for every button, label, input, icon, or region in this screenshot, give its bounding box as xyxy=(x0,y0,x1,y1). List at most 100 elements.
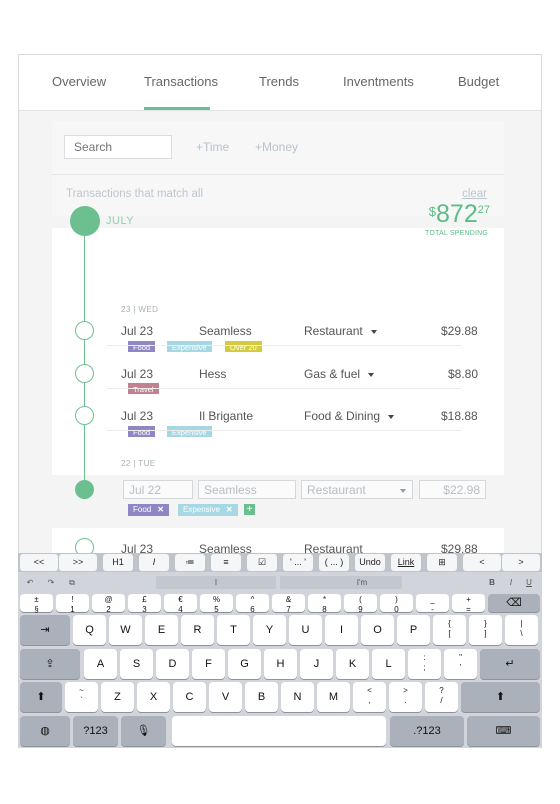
date-field[interactable]: Jul 22 xyxy=(123,480,193,499)
close-icon[interactable]: ✕ xyxy=(157,505,164,514)
letter-key-e[interactable]: E xyxy=(145,615,178,645)
jump-back-button[interactable]: << xyxy=(20,554,58,571)
transaction-merchant[interactable]: Hess xyxy=(199,367,226,381)
letter-key-s[interactable]: S xyxy=(120,649,153,679)
close-icon[interactable]: ✕ xyxy=(226,505,233,514)
globe-icon[interactable]: ◍ xyxy=(20,716,70,746)
letter-key-y[interactable]: Y xyxy=(253,615,286,645)
numbered-list-icon[interactable]: ≡ xyxy=(211,554,241,571)
keyboard-dismiss-icon[interactable]: ⌨ xyxy=(467,716,540,746)
undo-icon[interactable]: ↶ xyxy=(24,576,36,589)
number-key[interactable]: % 5 xyxy=(200,594,233,614)
category-select[interactable]: Restaurant xyxy=(304,324,377,338)
add-tag-button[interactable]: + xyxy=(244,504,255,515)
number-key[interactable]: ± § xyxy=(20,594,53,614)
letter-key-z[interactable]: Z xyxy=(101,682,134,712)
clear-filters-link[interactable]: clear xyxy=(462,188,487,200)
letter-key-m[interactable]: M xyxy=(317,682,350,712)
suggestion-3[interactable]: I'm xyxy=(322,576,402,589)
underline-button[interactable]: U xyxy=(523,576,535,589)
letter-key-h[interactable]: H xyxy=(264,649,297,679)
chevron-right-icon[interactable]: > xyxy=(502,554,540,571)
undo-button[interactable]: Undo xyxy=(355,554,385,571)
category-field[interactable]: Restaurant xyxy=(301,480,413,499)
transaction-merchant[interactable]: Il Brigante xyxy=(199,409,253,423)
shift-icon[interactable]: ⬆ xyxy=(20,682,62,712)
search-input[interactable] xyxy=(64,135,172,159)
letter-key-c[interactable]: C xyxy=(173,682,206,712)
tab-budget[interactable]: Budget xyxy=(458,74,499,89)
number-key[interactable]: * 8 xyxy=(308,594,341,614)
letter-key-v[interactable]: V xyxy=(209,682,242,712)
letter-key-k[interactable]: K xyxy=(336,649,369,679)
letter-key-j[interactable]: J xyxy=(300,649,333,679)
letter-key-d[interactable]: D xyxy=(156,649,189,679)
number-key[interactable]: £3 xyxy=(128,594,161,614)
number-key[interactable]: + = xyxy=(452,594,485,614)
letter-key-u[interactable]: U xyxy=(289,615,322,645)
jump-forward-button[interactable]: >> xyxy=(59,554,97,571)
letter-key-p[interactable]: P xyxy=(397,615,430,645)
tag-food[interactable]: Food xyxy=(128,426,156,437)
return-icon[interactable]: ↵ xyxy=(480,649,540,679)
table-icon[interactable]: ⊞ xyxy=(427,554,457,571)
tag-over-20[interactable]: Over 20 xyxy=(225,341,262,352)
letter-key-f[interactable]: F xyxy=(192,649,225,679)
letter-key-t[interactable]: T xyxy=(217,615,250,645)
shift-icon[interactable]: ⬆ xyxy=(461,682,540,712)
letter-key-n[interactable]: N xyxy=(281,682,314,712)
tag-expensive[interactable]: Expensive xyxy=(167,341,212,352)
redo-icon[interactable]: ↷ xyxy=(45,576,57,589)
quote-button[interactable]: ' ... ' xyxy=(283,554,313,571)
letter-key-i[interactable]: I xyxy=(325,615,358,645)
category-select[interactable]: Food & Dining xyxy=(304,409,395,423)
amount-field[interactable]: $22.98 xyxy=(419,480,486,499)
checkbox-icon[interactable]: ☑ xyxy=(247,554,277,571)
tag-expensive[interactable]: Expensive xyxy=(167,426,212,437)
tab-overview[interactable]: Overview xyxy=(52,74,106,89)
category-select[interactable]: Gas & fuel xyxy=(304,367,375,381)
tag-expensive-removable[interactable]: Expensive ✕ xyxy=(178,504,238,516)
symbol-key[interactable]: }] xyxy=(469,615,502,645)
microphone-icon[interactable]: 🎙 xyxy=(121,716,166,746)
letter-key-a[interactable]: A xyxy=(84,649,117,679)
chevron-left-icon[interactable]: < xyxy=(463,554,501,571)
symbol-key[interactable]: <, xyxy=(353,682,386,712)
tab-trends[interactable]: Trends xyxy=(259,74,299,89)
space-bar[interactable] xyxy=(172,716,386,746)
suggestion-1[interactable]: I xyxy=(156,576,276,589)
numbers-key[interactable]: ?123 xyxy=(73,716,118,746)
transaction-merchant[interactable]: Seamless xyxy=(199,324,252,338)
numbers-key[interactable]: .?123 xyxy=(390,716,464,746)
symbol-key[interactable]: {[ xyxy=(433,615,466,645)
add-money-filter[interactable]: +Money xyxy=(255,140,298,154)
number-key[interactable]: @2 xyxy=(92,594,125,614)
merchant-field[interactable]: Seamless xyxy=(198,480,296,499)
caps-lock-icon[interactable]: ⇪ xyxy=(20,649,80,679)
italic-button[interactable]: I xyxy=(139,554,169,571)
bullet-list-icon[interactable]: ≔ xyxy=(175,554,205,571)
number-key[interactable]: & 7 xyxy=(272,594,305,614)
letter-key-q[interactable]: Q xyxy=(73,615,106,645)
paste-icon[interactable]: ⧉ xyxy=(66,576,78,589)
letter-key-b[interactable]: B xyxy=(245,682,278,712)
letter-key-r[interactable]: R xyxy=(181,615,214,645)
tab-transactions[interactable]: Transactions xyxy=(144,74,218,89)
letter-key-x[interactable]: X xyxy=(137,682,170,712)
number-key[interactable]: ! 1 xyxy=(56,594,89,614)
number-key[interactable]: €4 xyxy=(164,594,197,614)
parentheses-button[interactable]: ( ... ) xyxy=(319,554,349,571)
letter-key-w[interactable]: W xyxy=(109,615,142,645)
italic-format-button[interactable]: I xyxy=(505,576,517,589)
tag-food-removable[interactable]: Food ✕ xyxy=(128,504,169,516)
symbol-key[interactable]: ? / xyxy=(425,682,458,712)
number-key[interactable]: (9 xyxy=(344,594,377,614)
letter-key-o[interactable]: O xyxy=(361,615,394,645)
link-button[interactable]: Link xyxy=(391,554,421,571)
symbol-key[interactable]: ~ ` xyxy=(65,682,98,712)
tab-inventments[interactable]: Inventments xyxy=(343,74,414,89)
number-key[interactable]: _ - xyxy=(416,594,449,614)
tab-key[interactable]: ⇥ xyxy=(20,615,70,645)
add-time-filter[interactable]: +Time xyxy=(196,140,229,154)
delete-icon[interactable]: ⌫ xyxy=(488,594,540,612)
